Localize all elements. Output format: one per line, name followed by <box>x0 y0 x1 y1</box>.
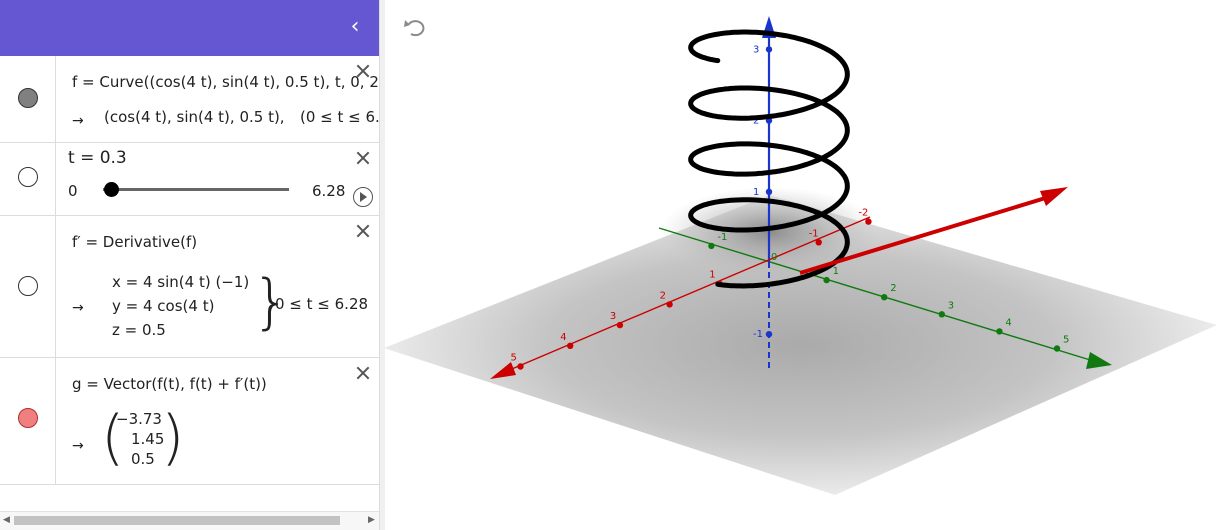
vector-y: 1.45 <box>131 430 165 448</box>
definition-f[interactable]: f = Curve((cos(4 t), sin(4 t), 0.5 t), t… <box>72 73 379 91</box>
scroll-left-icon[interactable]: ◀ <box>3 515 10 525</box>
component-x: x = 4 sin(4 t) (−1) <box>112 273 250 291</box>
visibility-column <box>0 143 56 215</box>
visibility-column <box>0 216 56 357</box>
y-axis-tick-label: 4 <box>1005 317 1011 328</box>
slider-track-t[interactable] <box>103 188 289 191</box>
origin-label: 0 <box>771 252 777 263</box>
z-axis-tick-label: 1 <box>753 187 759 198</box>
y-axis-tick-label: 3 <box>948 300 954 311</box>
scrollbar-thumb[interactable] <box>14 516 340 525</box>
y-axis-tick-label: -1 <box>717 232 727 243</box>
x-axis-tick-label: -1 <box>809 228 819 239</box>
y-axis-tick-label: 2 <box>890 283 896 294</box>
x-axis-tick-label: 4 <box>560 332 566 343</box>
chevron-left-icon[interactable]: ‹ <box>343 15 367 39</box>
slider-min: 0 <box>68 182 78 200</box>
visibility-toggle-f[interactable] <box>18 88 38 108</box>
x-axis-tick-label: 1 <box>709 270 715 281</box>
close-icon[interactable] <box>355 150 371 166</box>
range-fprime: 0 ≤ t ≤ 6.28 <box>275 295 369 313</box>
visibility-toggle-t[interactable] <box>18 167 38 187</box>
x-axis-tick-label: 3 <box>610 311 616 322</box>
arrow-icon: → <box>72 113 84 129</box>
x-axis-tick-label: -2 <box>858 208 868 219</box>
scroll-right-icon[interactable]: ▶ <box>368 515 375 525</box>
vector-g-arrowhead <box>1040 187 1068 206</box>
visibility-column <box>0 358 56 484</box>
vector-x: −3.73 <box>116 410 162 428</box>
visibility-column <box>0 56 56 142</box>
component-z: z = 0.5 <box>112 321 166 339</box>
slider-label-t[interactable]: t = 0.3 <box>68 148 127 168</box>
algebra-item-t[interactable]: t = 0.3 0 6.28 <box>0 143 379 216</box>
close-icon[interactable] <box>355 223 371 239</box>
definition-g[interactable]: g = Vector(f(t), f(t) + f′(t)) <box>72 375 267 393</box>
close-icon[interactable] <box>355 63 371 79</box>
graphics-3d-view[interactable]: -2-112345-112345-1123 0 <box>385 0 1220 530</box>
algebra-header: ‹ <box>0 0 379 56</box>
arrow-icon: → <box>72 438 84 454</box>
visibility-toggle-fprime[interactable] <box>18 276 38 296</box>
horizontal-scrollbar[interactable]: ◀ ▶ <box>0 511 379 530</box>
arrow-icon: → <box>72 300 84 316</box>
z-axis-tick-label: -1 <box>753 329 763 340</box>
definition-fprime[interactable]: f′ = Derivative(f) <box>72 233 197 251</box>
algebra-item-fprime[interactable]: f′ = Derivative(f) → x = 4 sin(4 t) (−1)… <box>0 216 379 358</box>
close-icon[interactable] <box>355 365 371 381</box>
value-f: (cos(4 t), sin(4 t), 0.5 t), <box>104 108 285 126</box>
y-axis-tick-label: 1 <box>833 266 839 277</box>
slider-max: 6.28 <box>312 182 346 200</box>
algebra-item-f[interactable]: f = Curve((cos(4 t), sin(4 t), 0.5 t), t… <box>0 56 379 143</box>
x-axis-tick-label: 5 <box>511 353 517 364</box>
visibility-toggle-g[interactable] <box>18 408 38 428</box>
vector-z: 0.5 <box>131 450 155 468</box>
x-axis-tick-label: 2 <box>660 290 666 301</box>
range-f: (0 ≤ t ≤ 6. <box>300 108 379 126</box>
z-axis-tick-label: 3 <box>753 44 759 55</box>
play-icon[interactable] <box>353 187 373 207</box>
algebra-item-g[interactable]: g = Vector(f(t), f(t) + f′(t)) → ( −3.73… <box>0 358 379 485</box>
y-axis-tick-label: 5 <box>1063 335 1069 346</box>
algebra-view: ‹ f = Curve((cos(4 t), sin(4 t), 0.5 t),… <box>0 0 379 530</box>
component-y: y = 4 cos(4 t) <box>112 297 215 315</box>
paren-right-icon: ) <box>161 403 185 473</box>
